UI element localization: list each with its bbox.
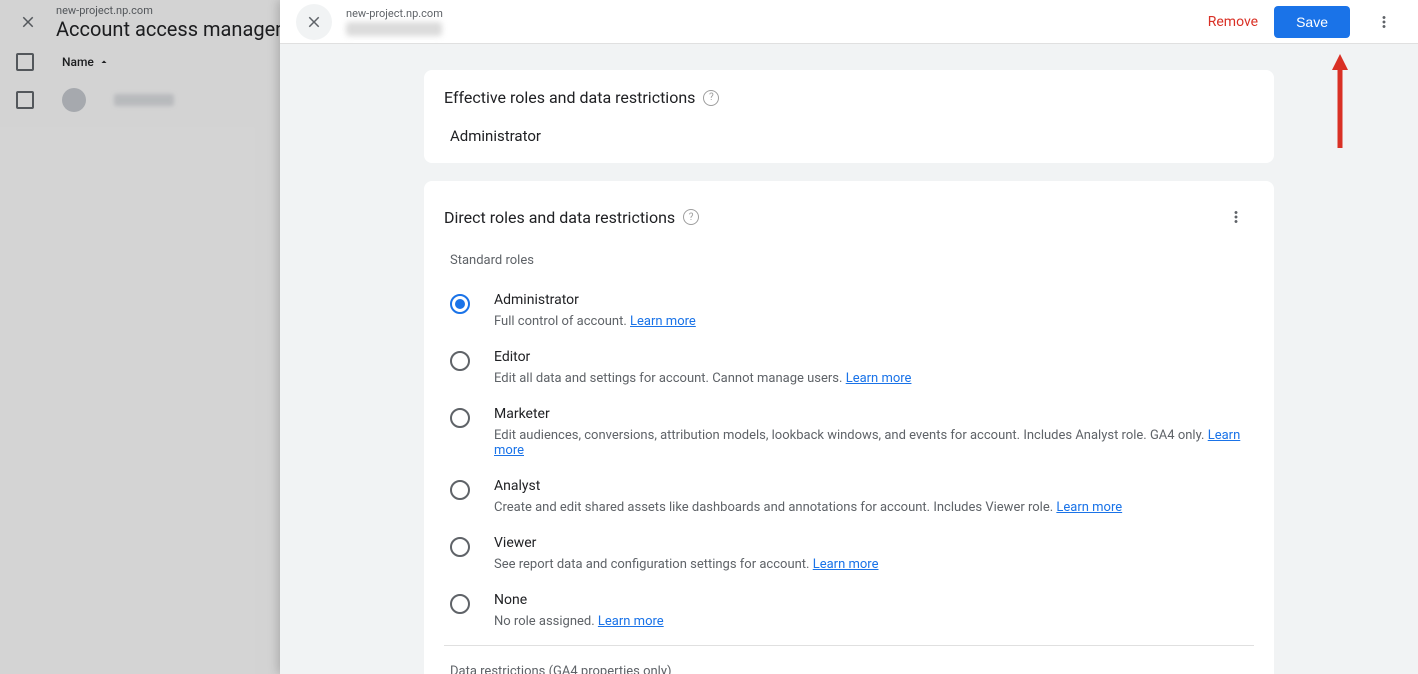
help-icon[interactable]: ? <box>683 209 699 225</box>
role-name: None <box>494 592 1254 608</box>
role-item-viewer[interactable]: Viewer See report data and configuration… <box>450 525 1254 582</box>
close-icon <box>305 13 323 31</box>
learn-more-link[interactable]: Learn more <box>846 371 912 386</box>
radio-administrator[interactable] <box>450 294 470 314</box>
role-item-none[interactable]: None No role assigned. Learn more <box>450 582 1254 639</box>
radio-marketer[interactable] <box>450 408 470 428</box>
card-more-button[interactable] <box>1218 199 1254 235</box>
role-item-editor[interactable]: Editor Edit all data and settings for ac… <box>450 339 1254 396</box>
role-desc: Full control of account. Learn more <box>494 314 1254 329</box>
role-item-analyst[interactable]: Analyst Create and edit shared assets li… <box>450 468 1254 525</box>
restrictions-label: Data restrictions (GA4 properties only) <box>450 664 1254 674</box>
role-item-administrator[interactable]: Administrator Full control of account. L… <box>450 282 1254 339</box>
close-button[interactable] <box>296 4 332 40</box>
role-desc: Create and edit shared assets like dashb… <box>494 500 1254 515</box>
save-button[interactable]: Save <box>1274 6 1350 38</box>
role-list: Administrator Full control of account. L… <box>444 282 1254 639</box>
help-icon[interactable]: ? <box>703 90 719 106</box>
radio-editor[interactable] <box>450 351 470 371</box>
effective-roles-card: Effective roles and data restrictions ? … <box>424 70 1274 163</box>
learn-more-link[interactable]: Learn more <box>813 557 879 572</box>
standard-roles-label: Standard roles <box>450 253 1254 268</box>
divider <box>444 645 1254 646</box>
panel-body: Effective roles and data restrictions ? … <box>280 44 1418 674</box>
role-name: Marketer <box>494 406 1254 422</box>
radio-viewer[interactable] <box>450 537 470 557</box>
card-title: Effective roles and data restrictions <box>444 88 695 107</box>
direct-roles-card: Direct roles and data restrictions ? Sta… <box>424 181 1274 674</box>
role-desc: Edit all data and settings for account. … <box>494 371 1254 386</box>
effective-role-value: Administrator <box>450 127 1254 145</box>
role-name: Editor <box>494 349 1254 365</box>
role-name: Analyst <box>494 478 1254 494</box>
role-item-marketer[interactable]: Marketer Edit audiences, conversions, at… <box>450 396 1254 468</box>
learn-more-link[interactable]: Learn more <box>1056 500 1122 515</box>
role-name: Viewer <box>494 535 1254 551</box>
role-desc: Edit audiences, conversions, attribution… <box>494 428 1254 458</box>
redacted-email <box>346 22 442 36</box>
user-detail-panel: new-project.np.com Remove Save Effective… <box>280 0 1418 674</box>
learn-more-link[interactable]: Learn more <box>630 314 696 329</box>
more-vert-icon <box>1227 208 1245 226</box>
more-menu-button[interactable] <box>1366 4 1402 40</box>
more-vert-icon <box>1375 13 1393 31</box>
card-title: Direct roles and data restrictions <box>444 208 675 227</box>
remove-button[interactable]: Remove <box>1208 14 1258 30</box>
radio-none[interactable] <box>450 594 470 614</box>
panel-subtitle: new-project.np.com <box>346 7 1194 20</box>
role-desc: No role assigned. Learn more <box>494 614 1254 629</box>
learn-more-link[interactable]: Learn more <box>598 614 664 629</box>
role-desc: See report data and configuration settin… <box>494 557 1254 572</box>
role-name: Administrator <box>494 292 1254 308</box>
radio-analyst[interactable] <box>450 480 470 500</box>
panel-header: new-project.np.com Remove Save <box>280 0 1418 44</box>
